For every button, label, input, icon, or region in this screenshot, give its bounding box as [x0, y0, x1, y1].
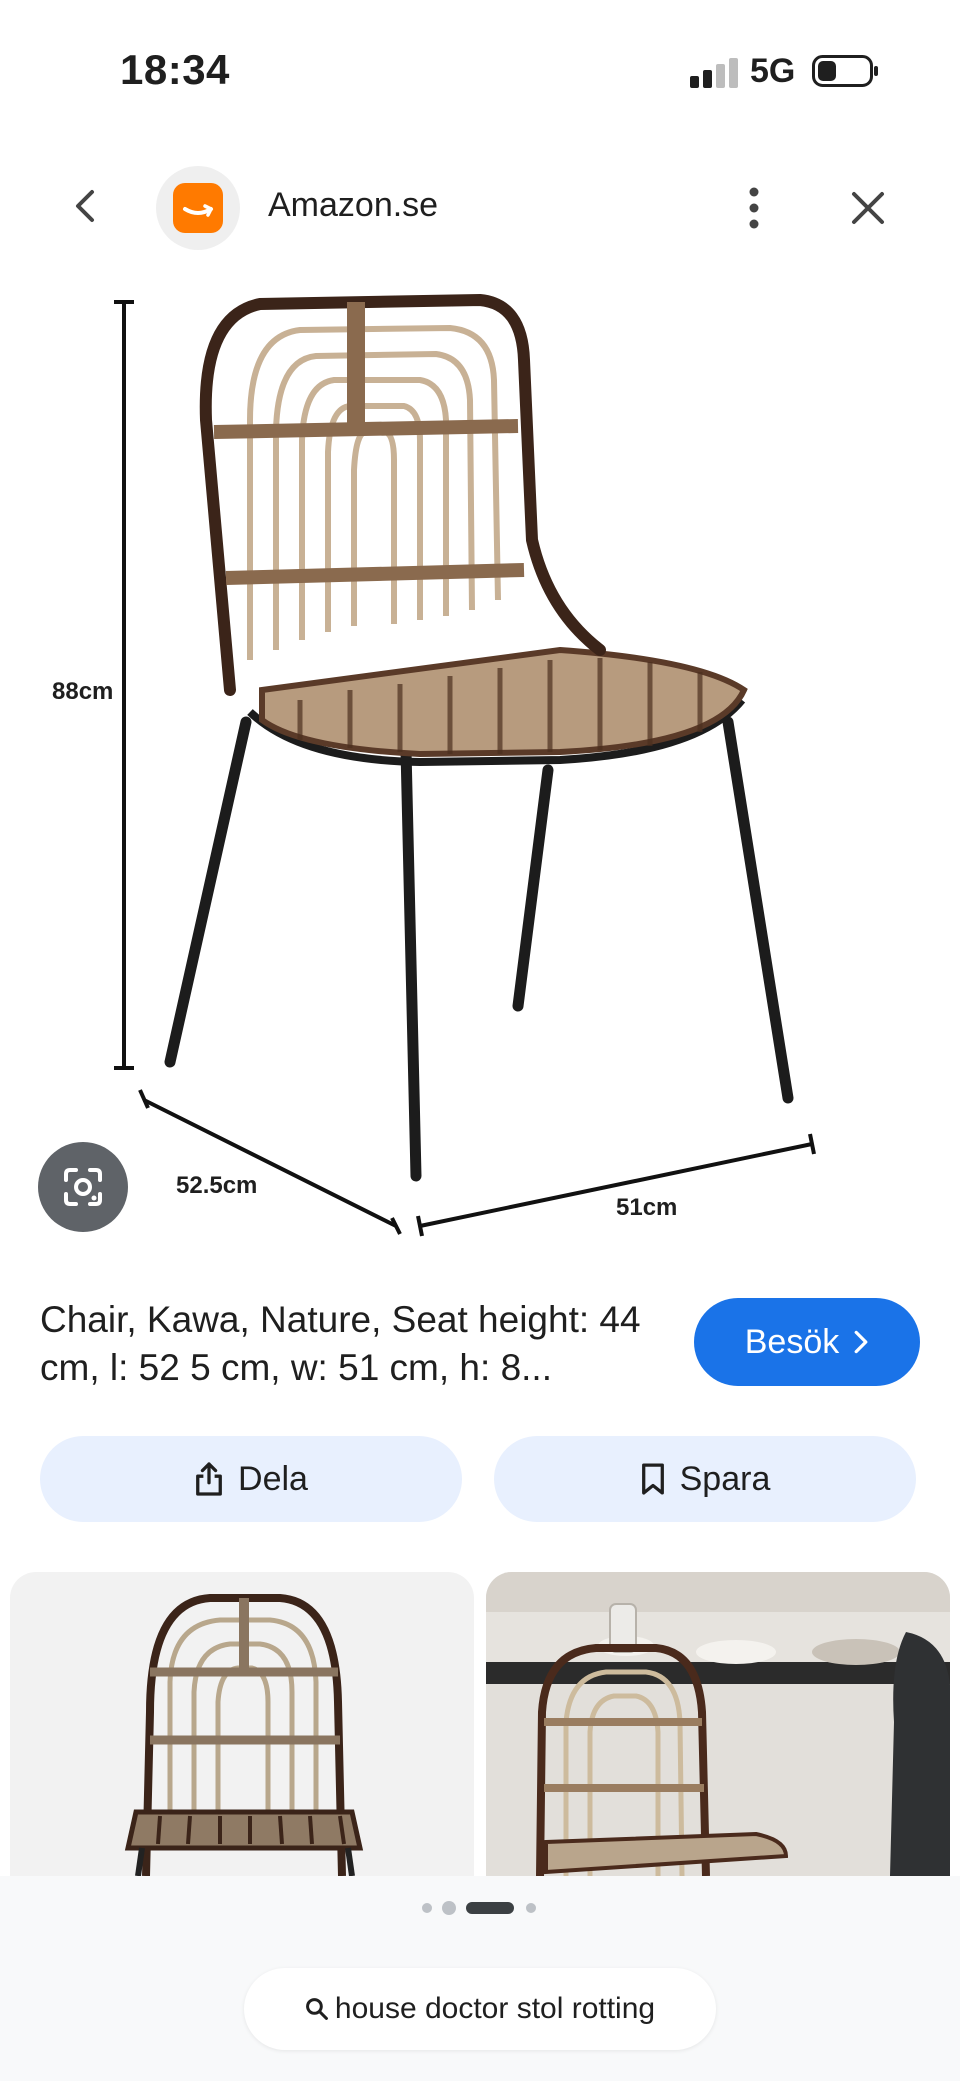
close-icon[interactable]	[848, 188, 888, 228]
pager-dot-active	[466, 1902, 514, 1914]
related-image-2-picture	[486, 1572, 950, 1876]
depth-label: 52.5cm	[176, 1172, 258, 1199]
share-button-label: Dela	[238, 1459, 308, 1498]
more-vert-icon[interactable]	[744, 186, 764, 230]
search-icon	[305, 1998, 328, 2020]
share-icon	[196, 1462, 222, 1496]
signal-icon	[690, 58, 738, 88]
battery-icon	[812, 55, 878, 87]
status-time: 18:34	[120, 46, 230, 93]
related-image-1[interactable]	[10, 1572, 474, 1876]
back-button[interactable]	[66, 186, 106, 226]
network-type: 5G	[750, 52, 796, 90]
save-button-label: Spara	[679, 1459, 771, 1498]
search-query-chip[interactable]: house doctor stol rotting	[244, 1968, 716, 2050]
google-lens-button[interactable]	[38, 1142, 128, 1232]
height-label: 88cm	[52, 678, 114, 705]
google-lens-icon	[64, 1168, 102, 1206]
related-image-2[interactable]	[486, 1572, 950, 1876]
pager-dot	[526, 1903, 536, 1913]
visit-button[interactable]: Besök	[694, 1298, 920, 1386]
pager-dot	[422, 1903, 432, 1913]
visit-button-label: Besök	[744, 1322, 840, 1361]
pager-dot	[442, 1901, 456, 1915]
product-image[interactable]	[0, 270, 960, 1250]
save-button[interactable]: Spara	[494, 1436, 916, 1522]
bookmark-icon	[641, 1463, 664, 1495]
product-title[interactable]: Chair, Kawa, Nature, Seat height: 44 cm,…	[40, 1296, 680, 1392]
chevron-right-icon	[854, 1330, 868, 1354]
amazon-logo-icon	[173, 183, 223, 233]
site-favicon	[156, 166, 240, 250]
pager-dots	[422, 1901, 536, 1915]
search-query-text: house doctor stol rotting	[334, 1992, 656, 2025]
related-image-1-picture	[124, 1594, 364, 1876]
width-label: 51cm	[616, 1194, 678, 1221]
dimension-lines	[114, 300, 816, 1237]
site-name[interactable]: Amazon.se	[268, 186, 438, 225]
share-button[interactable]: Dela	[40, 1436, 462, 1522]
